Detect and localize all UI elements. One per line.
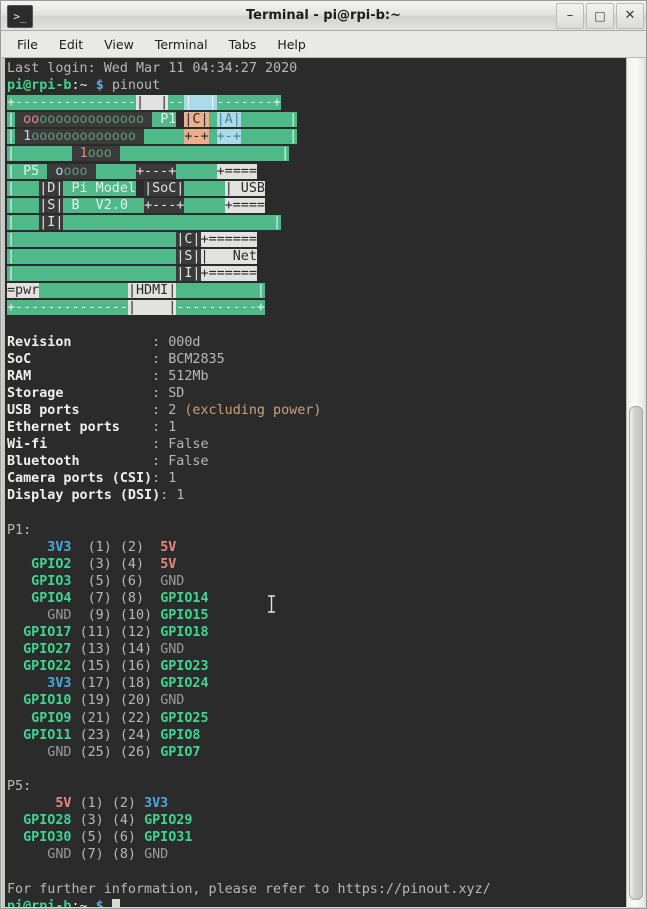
menu-tabs[interactable]: Tabs (219, 34, 267, 55)
terminal-body: Last login: Wed Mar 11 04:34:27 2020 pi@… (2, 58, 645, 907)
close-button[interactable]: ✕ (616, 2, 644, 29)
minimize-button[interactable]: – (556, 2, 584, 29)
menu-help[interactable]: Help (267, 34, 316, 55)
terminal-output: Last login: Wed Mar 11 04:34:27 2020 pi@… (5, 58, 491, 907)
terminal-screen[interactable]: Last login: Wed Mar 11 04:34:27 2020 pi@… (2, 58, 626, 907)
menubar: File Edit View Terminal Tabs Help (1, 31, 646, 58)
menu-edit[interactable]: Edit (49, 34, 93, 55)
maximize-button[interactable]: □ (586, 2, 614, 29)
text-cursor-ibeam (267, 595, 276, 613)
window-titlebar[interactable]: >_ Terminal - pi@rpi-b:~ – □ ✕ (1, 1, 646, 31)
terminal-window: >_ Terminal - pi@rpi-b:~ – □ ✕ File Edit… (0, 0, 647, 909)
window-title: Terminal - pi@rpi-b:~ (245, 8, 402, 23)
menu-view[interactable]: View (94, 34, 144, 55)
menu-file[interactable]: File (7, 34, 48, 55)
menu-terminal[interactable]: Terminal (145, 34, 218, 55)
scrollbar-thumb[interactable] (629, 406, 643, 901)
window-controls: – □ ✕ (556, 2, 644, 29)
terminal-scrollbar[interactable] (626, 58, 645, 907)
